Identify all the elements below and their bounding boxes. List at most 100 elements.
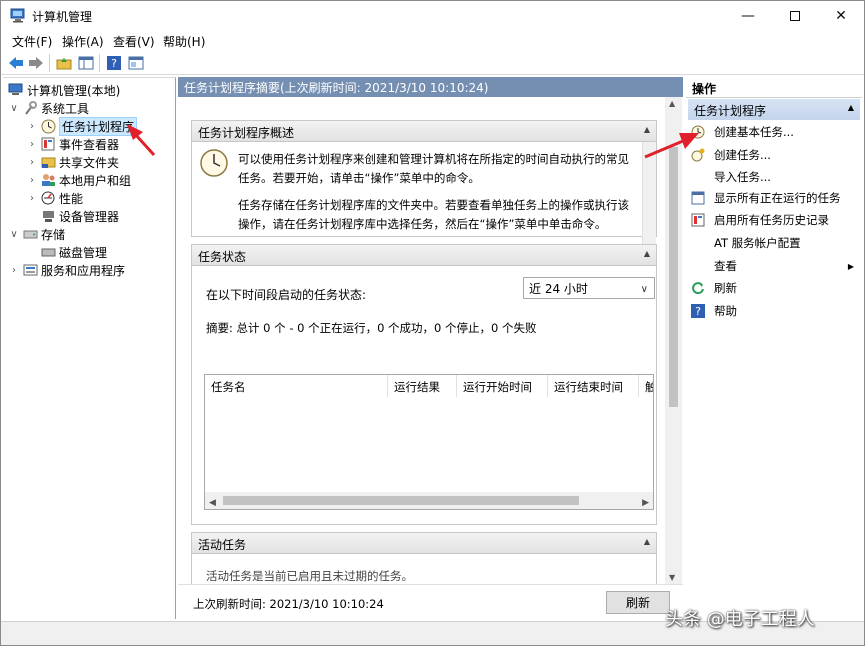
- annotation-arrow-right: [644, 133, 699, 159]
- table-scroll-thumb[interactable]: [223, 496, 579, 505]
- action-help[interactable]: ? 帮助: [690, 301, 858, 321]
- expand-chevron-icon[interactable]: ›: [26, 139, 38, 150]
- expand-chevron-icon[interactable]: ›: [26, 121, 38, 132]
- window-title: 计算机管理: [32, 10, 93, 24]
- show-hide-tree-button[interactable]: [77, 54, 95, 72]
- collapse-up-icon[interactable]: ▲: [644, 537, 650, 546]
- scroll-right-icon[interactable]: ▶: [642, 494, 649, 509]
- collapse-chevron-icon[interactable]: ∨: [8, 229, 20, 240]
- forward-button[interactable]: [27, 54, 45, 72]
- action-at-service-account[interactable]: AT 服务帐户配置: [690, 233, 858, 253]
- refresh-button[interactable]: 刷新: [606, 591, 670, 614]
- menu-view[interactable]: 查看(V): [113, 33, 155, 50]
- tree-device-manager[interactable]: 设备管理器: [38, 207, 119, 225]
- event-viewer-icon: [40, 136, 56, 152]
- submenu-arrow-icon: ▶: [847, 261, 854, 271]
- show-hide-tree-icon: [78, 56, 94, 70]
- close-button[interactable]: ✕: [818, 1, 864, 31]
- status-period-dropdown[interactable]: 近 24 小时 ∨: [523, 277, 655, 299]
- action-create-task[interactable]: 创建任务...: [690, 145, 858, 165]
- active-tasks-partial-text: 活动任务是当前已启用且未过期的任务。: [206, 569, 413, 583]
- action-show-running-tasks[interactable]: 显示所有正在运行的任务: [690, 188, 858, 208]
- scroll-down-icon[interactable]: ▼: [669, 573, 675, 582]
- help-toolbar-button[interactable]: ?: [105, 54, 123, 72]
- storage-icon: [22, 226, 38, 242]
- minimize-button[interactable]: —: [725, 1, 771, 31]
- chevron-down-icon: ∨: [640, 284, 648, 295]
- column-header-run-start[interactable]: 运行开始时间: [457, 375, 548, 397]
- center-scroll-area[interactable]: 任务计划程序概述 ▲ 可以使用任务计划程序来创建和管理计算机将在所指定的时间自动…: [178, 97, 683, 584]
- tools-icon: [22, 100, 38, 116]
- center-scroll-thumb[interactable]: [669, 147, 678, 407]
- column-header-task-name[interactable]: 任务名: [205, 375, 388, 397]
- overview-paragraph-1: 可以使用任务计划程序来创建和管理计算机将在所指定的时间自动执行的常见任务。若要开…: [238, 152, 629, 185]
- menu-file[interactable]: 文件(F): [12, 33, 52, 50]
- status-period-label: 在以下时间段启动的任务状态:: [206, 288, 367, 302]
- action-import-task[interactable]: 导入任务...: [690, 167, 858, 187]
- collapse-up-icon[interactable]: ▲: [848, 103, 854, 112]
- task-status-section-header[interactable]: 任务状态 ▲: [192, 245, 656, 266]
- overview-paragraph-2: 任务存储在任务计划程序库的文件夹中。若要查看单独任务上的操作或执行该操作，请在任…: [238, 198, 629, 231]
- tree-local-users[interactable]: › 本地用户和组: [26, 171, 131, 189]
- back-icon: [9, 57, 23, 69]
- help-icon: ?: [690, 303, 706, 319]
- expand-chevron-icon[interactable]: ›: [26, 193, 38, 204]
- scroll-left-icon[interactable]: ◀: [209, 494, 216, 509]
- device-manager-icon: [40, 208, 56, 224]
- actions-title: 操作: [686, 77, 862, 98]
- action-create-basic-task[interactable]: 创建基本任务...: [690, 122, 858, 142]
- tree-shared-folders[interactable]: › 共享文件夹: [26, 153, 119, 171]
- tree-performance[interactable]: › 性能: [26, 189, 83, 207]
- overview-section: 任务计划程序概述 ▲ 可以使用任务计划程序来创建和管理计算机将在所指定的时间自动…: [191, 120, 657, 254]
- tree-event-viewer[interactable]: › 事件查看器: [26, 135, 119, 153]
- center-vertical-scrollbar[interactable]: ▲ ▼: [665, 97, 682, 584]
- menu-action[interactable]: 操作(A): [62, 33, 104, 50]
- running-tasks-icon: [690, 190, 706, 206]
- menu-help[interactable]: 帮助(H): [163, 33, 205, 50]
- back-button[interactable]: [7, 54, 25, 72]
- task-status-table[interactable]: 任务名 运行结果 运行开始时间 运行结束时间 触 ◀ ▶: [204, 374, 654, 510]
- column-header-run-result[interactable]: 运行结果: [388, 375, 457, 397]
- actions-pane: 操作 任务计划程序 ▲ 创建基本任务... 创建任务... 导入任务... 显示…: [686, 77, 862, 619]
- properties-button[interactable]: [127, 54, 145, 72]
- expand-chevron-icon[interactable]: ›: [26, 175, 38, 186]
- title-bar[interactable]: 计算机管理 — ✕: [1, 1, 864, 31]
- tree-system-tools[interactable]: ∨ 系统工具: [8, 99, 89, 117]
- overview-section-header[interactable]: 任务计划程序概述 ▲: [192, 121, 656, 142]
- forward-icon: [29, 57, 43, 69]
- task-scheduler-clock-icon: [199, 148, 229, 178]
- collapse-chevron-icon[interactable]: ∨: [8, 103, 20, 114]
- expand-chevron-icon[interactable]: ›: [8, 265, 20, 276]
- action-refresh[interactable]: 刷新: [690, 278, 858, 298]
- active-tasks-section-header[interactable]: 活动任务 ▲: [192, 533, 656, 554]
- properties-icon: [128, 56, 144, 70]
- column-header-trigger[interactable]: 触: [639, 375, 653, 397]
- history-icon: [690, 212, 706, 228]
- clock-icon: [40, 118, 56, 134]
- task-status-section: 任务状态 ▲ 在以下时间段启动的任务状态: 近 24 小时 ∨ 摘要: 总计 0…: [191, 244, 657, 525]
- action-enable-history[interactable]: 启用所有任务历史记录: [690, 210, 858, 230]
- watermark: 头条 @电子工程人: [665, 609, 815, 630]
- table-horizontal-scrollbar[interactable]: ◀ ▶: [205, 492, 653, 509]
- navigation-tree: 计算机管理(本地) ∨ 系统工具 › 任务计划程序 › 事件查看器 › 共享文件…: [3, 77, 176, 619]
- users-icon: [40, 172, 56, 188]
- collapse-up-icon[interactable]: ▲: [644, 249, 650, 258]
- action-view[interactable]: 查看 ▶: [690, 256, 858, 276]
- center-header: 任务计划程序摘要(上次刷新时间: 2021/3/10 10:10:24): [178, 77, 683, 97]
- services-icon: [22, 262, 38, 278]
- maximize-button[interactable]: [772, 1, 818, 31]
- svg-text:?: ?: [695, 305, 701, 318]
- tree-disk-management[interactable]: 磁盘管理: [38, 243, 107, 261]
- tree-services-apps[interactable]: › 服务和应用程序: [8, 261, 125, 279]
- tree-storage[interactable]: ∨ 存储: [8, 225, 65, 243]
- scroll-up-icon[interactable]: ▲: [669, 99, 675, 108]
- last-refresh-text: 上次刷新时间: 2021/3/10 10:10:24: [193, 597, 384, 611]
- up-folder-button[interactable]: [55, 54, 73, 72]
- tree-root[interactable]: 计算机管理(本地): [6, 81, 120, 99]
- column-header-run-end[interactable]: 运行结束时间: [548, 375, 639, 397]
- annotation-arrow: [127, 124, 156, 157]
- actions-group-task-scheduler[interactable]: 任务计划程序 ▲: [688, 99, 860, 120]
- up-folder-icon: [56, 58, 72, 70]
- svg-text:?: ?: [111, 57, 117, 70]
- expand-chevron-icon[interactable]: ›: [26, 157, 38, 168]
